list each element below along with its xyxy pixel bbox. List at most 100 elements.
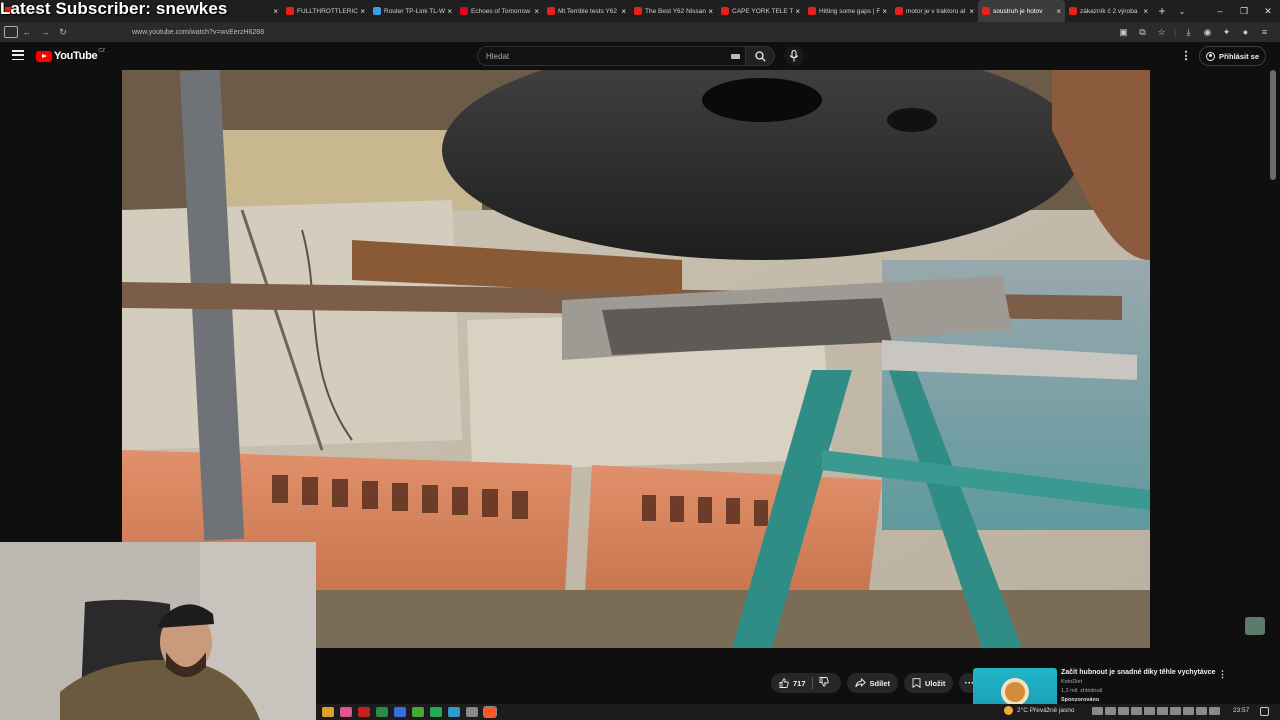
tray-icon[interactable]: [1157, 707, 1168, 715]
back-icon[interactable]: ←: [18, 27, 36, 37]
streamer-webcam: [0, 542, 316, 720]
sidebar-toggle-icon[interactable]: [4, 26, 18, 38]
tab-close-icon[interactable]: ×: [360, 7, 365, 16]
tab-close-icon[interactable]: ×: [273, 7, 278, 16]
browser-tab[interactable]: FULLTHROTTLERICK -×: [282, 0, 369, 22]
taskbar-app-icon[interactable]: [340, 707, 352, 717]
browser-tab[interactable]: Echoes of Tomorrow | ×: [456, 0, 543, 22]
vpn-icon[interactable]: ●: [1236, 27, 1255, 37]
tab-close-icon[interactable]: ×: [621, 7, 626, 16]
browser-tab[interactable]: soustruh je hotov ×: [978, 0, 1065, 22]
dislike-button[interactable]: [819, 677, 841, 689]
tab-title: Echoes of Tomorrow |: [471, 7, 533, 15]
browser-tab[interactable]: zákazník č 2 výroba ×: [1065, 0, 1152, 22]
tab-close-icon[interactable]: ×: [708, 7, 713, 16]
ad-thumbnail[interactable]: [973, 668, 1057, 708]
tab-list-chevron-icon[interactable]: ⌄: [1172, 7, 1192, 16]
taskbar-app-icon[interactable]: [466, 707, 478, 717]
downloads-icon[interactable]: ⤓: [1179, 27, 1198, 38]
thumbs-up-icon: [779, 678, 789, 688]
tab-close-icon[interactable]: ×: [969, 7, 974, 16]
tray-icon[interactable]: [1105, 707, 1116, 715]
taskbar-app-icon[interactable]: [322, 707, 334, 717]
ad-menu-icon[interactable]: ⋮: [1218, 669, 1227, 680]
browser-tab[interactable]: CAPE YORK TELE TRA×: [717, 0, 804, 22]
sponsored-ad[interactable]: Začít hubnout je snadné díky těhle vychy…: [973, 668, 1243, 708]
search-button[interactable]: [745, 46, 775, 66]
tray-icon[interactable]: [1183, 707, 1194, 715]
taskbar-app-icon[interactable]: [376, 707, 388, 717]
tray-icon[interactable]: [1144, 707, 1155, 715]
browser-tab[interactable]: Mt Terrible tests Y62 ×: [543, 0, 630, 22]
tray-icon[interactable]: [1118, 707, 1129, 715]
weather-text: 2°C Převážně jasno: [1017, 707, 1075, 714]
sign-in-button[interactable]: Přihlásit se: [1199, 46, 1267, 66]
video-actions: 717 Sdílet Uložit ···: [771, 672, 985, 694]
browser-toolbar-right: ▣ ⧉ ☆ | ⤓ ◉ ✦ ● ≡: [1114, 22, 1274, 42]
url-field[interactable]: www.youtube.com/watch?v=wvEerzH6288: [132, 29, 264, 36]
taskbar-app-icon[interactable]: [394, 707, 406, 717]
maximize-icon[interactable]: ❐: [1232, 6, 1256, 17]
account-icon: [1206, 51, 1215, 61]
menu-hamburger-icon[interactable]: [12, 50, 24, 60]
settings-more-icon[interactable]: ⋮: [1180, 49, 1192, 62]
ad-thumbnail-image: [1001, 678, 1029, 708]
like-count: 717: [793, 678, 806, 688]
keyboard-icon[interactable]: [731, 54, 740, 59]
taskbar-app-icon[interactable]: [412, 707, 424, 717]
tab-close-icon[interactable]: ×: [534, 7, 539, 16]
ad-title[interactable]: Začít hubnout je snadné díky těhle vychy…: [1061, 669, 1215, 676]
tray-icon[interactable]: [1092, 707, 1103, 715]
browser-menu-icon[interactable]: ≡: [1255, 27, 1274, 37]
voice-search-button[interactable]: [784, 46, 804, 66]
share-button[interactable]: Sdílet: [846, 673, 898, 693]
taskbar-app-icon[interactable]: [430, 707, 442, 717]
tab-title: Hitting some gaps | Fi: [819, 7, 881, 15]
tab-title: zákazník č 2 výroba: [1080, 7, 1138, 15]
tab-close-icon[interactable]: ×: [1056, 7, 1061, 16]
tab-title: CAPE YORK TELE TRA: [732, 7, 794, 15]
browser-tab[interactable]: motor je v traktoru al ×: [891, 0, 978, 22]
tab-close-icon[interactable]: ×: [795, 7, 800, 16]
browser-tab[interactable]: Router TP-Link TL-WI ×: [369, 0, 456, 22]
minimize-icon[interactable]: –: [1208, 6, 1232, 16]
search-icon: [755, 51, 766, 62]
tab-favicon-icon: [808, 7, 816, 15]
page-scrollbar[interactable]: [1270, 70, 1276, 180]
taskbar-clock[interactable]: 23:57: [1233, 707, 1249, 714]
tab-favicon-icon: [373, 7, 381, 15]
reader-icon[interactable]: ▣: [1114, 27, 1133, 38]
browser-tab[interactable]: The Best Y62 Nissan P ×: [630, 0, 717, 22]
forward-icon[interactable]: →: [36, 27, 54, 37]
weather-widget[interactable]: 2°C Převážně jasno: [1004, 706, 1075, 715]
browser-tab[interactable]: Hitting some gaps | Fi ×: [804, 0, 891, 22]
tray-icon[interactable]: [1131, 707, 1142, 715]
tab-favicon-icon: [895, 7, 903, 15]
tab-title: Router TP-Link TL-WI: [384, 7, 446, 15]
tray-icon[interactable]: [1209, 707, 1220, 715]
taskbar-app-icon[interactable]: [448, 707, 460, 717]
youtube-logo[interactable]: YouTube CZ: [36, 48, 105, 62]
new-tab-icon[interactable]: +: [1152, 4, 1172, 18]
profile-icon[interactable]: ◉: [1198, 27, 1217, 38]
share-label: Sdílet: [869, 678, 890, 688]
tab-close-icon[interactable]: ×: [882, 7, 887, 16]
save-button[interactable]: Uložit: [903, 673, 954, 693]
sign-in-label: Přihlásit se: [1219, 51, 1260, 61]
extensions-icon[interactable]: ✦: [1217, 27, 1236, 38]
taskbar-app-icon[interactable]: [358, 707, 370, 717]
tray-icon[interactable]: [1170, 707, 1181, 715]
search-input[interactable]: [486, 47, 716, 65]
reload-icon[interactable]: ↻: [54, 27, 72, 38]
tray-icon[interactable]: [1196, 707, 1207, 715]
search-box: [477, 46, 745, 66]
taskbar-app-icon[interactable]: [483, 706, 497, 718]
notifications-icon[interactable]: [1260, 707, 1269, 716]
tab-close-icon[interactable]: ×: [447, 7, 452, 16]
tab-title: The Best Y62 Nissan P: [645, 7, 707, 15]
pip-icon[interactable]: ⧉: [1133, 27, 1152, 38]
bookmark-star-icon[interactable]: ☆: [1152, 27, 1171, 38]
tab-close-icon[interactable]: ×: [1143, 7, 1148, 16]
close-window-icon[interactable]: ✕: [1256, 6, 1280, 17]
like-button[interactable]: 717: [779, 678, 806, 688]
